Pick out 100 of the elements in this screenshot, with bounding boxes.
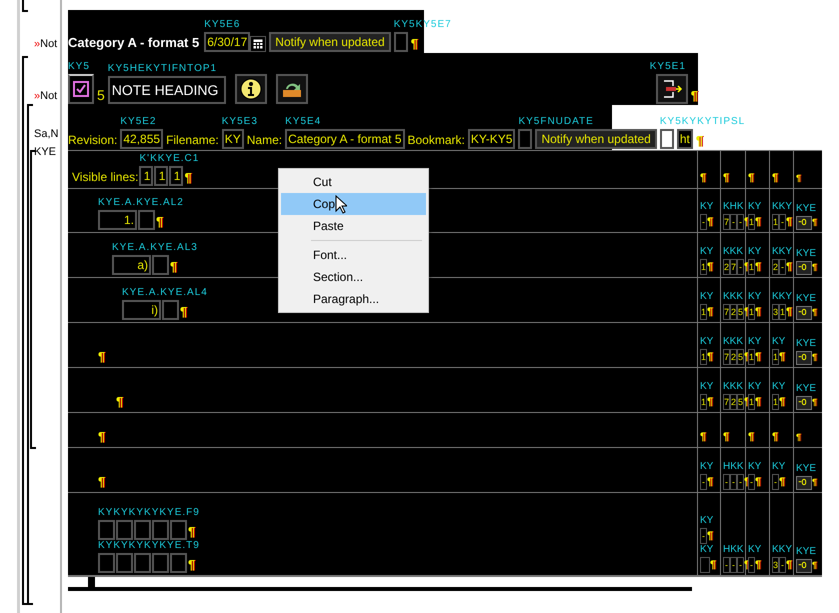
input-field[interactable]: - xyxy=(730,557,737,573)
input-field[interactable]: 1 xyxy=(772,349,780,365)
menu-item[interactable]: Section... xyxy=(281,266,426,288)
input-field[interactable]: - xyxy=(737,557,744,573)
input-field[interactable]: 7 xyxy=(723,349,730,365)
field-tag: KY5HEKYTIFNTOP1 xyxy=(108,63,218,74)
input-field[interactable]: 1 xyxy=(748,214,756,230)
input-field[interactable]: 6/30/17 xyxy=(204,32,250,52)
input-field[interactable]: - xyxy=(748,557,755,573)
switch-button[interactable] xyxy=(796,476,812,490)
input-field[interactable]: - xyxy=(772,474,779,490)
input-field[interactable] xyxy=(134,520,151,540)
input-field[interactable]: a) xyxy=(112,255,151,275)
field-tag: KY5FNUDATE xyxy=(518,116,594,127)
input-field[interactable]: 1 xyxy=(772,394,780,410)
input-field[interactable]: 1 xyxy=(139,166,154,186)
input-field[interactable] xyxy=(152,255,169,275)
input-field[interactable]: 1 xyxy=(748,394,756,410)
input-field[interactable]: - xyxy=(779,259,786,275)
input-field[interactable]: - xyxy=(723,474,730,490)
input-field[interactable]: KY xyxy=(222,129,244,149)
field-tag: KKK xyxy=(723,336,744,347)
input-field[interactable]: - xyxy=(730,214,738,230)
refresh-button[interactable] xyxy=(276,74,308,104)
input-field[interactable]: - xyxy=(730,474,737,490)
input-field[interactable]: 1 xyxy=(748,304,756,320)
input-field[interactable]: 7 xyxy=(723,394,730,410)
input-field[interactable]: 42,855 xyxy=(120,129,164,149)
input-field[interactable]: - xyxy=(700,528,707,544)
input-field[interactable]: - xyxy=(737,259,744,275)
menu-item[interactable]: Paste xyxy=(281,215,426,237)
input-field[interactable]: 1 xyxy=(700,259,708,275)
input-field[interactable] xyxy=(98,553,115,573)
input-field[interactable] xyxy=(152,553,169,573)
calendar-icon xyxy=(253,39,264,49)
input-field[interactable]: - xyxy=(700,474,707,490)
input-field[interactable] xyxy=(700,557,710,573)
input-field[interactable]: - xyxy=(723,557,730,573)
input-field[interactable]: 1 xyxy=(154,166,168,186)
input-field[interactable]: i) xyxy=(122,300,161,320)
input-field[interactable]: 1 xyxy=(748,259,756,275)
input-field[interactable]: 2 xyxy=(730,394,738,410)
input-field[interactable]: 1 xyxy=(772,214,780,230)
input-field[interactable]: 1 xyxy=(779,304,786,320)
switch-button[interactable] xyxy=(796,261,812,275)
input-field[interactable]: Category A - format 5 xyxy=(285,129,404,149)
input-field[interactable]: 7 xyxy=(730,259,738,275)
input-field[interactable]: 1 xyxy=(700,349,708,365)
info-button[interactable] xyxy=(234,74,267,104)
input-field[interactable]: 7 xyxy=(723,214,730,230)
menu-item[interactable]: Font... xyxy=(281,244,426,266)
input-field[interactable]: 1 xyxy=(169,166,184,186)
switch-button[interactable] xyxy=(796,351,812,365)
calendar-button[interactable] xyxy=(250,36,266,52)
input-field[interactable] xyxy=(152,520,169,540)
input-field[interactable]: 5 xyxy=(737,304,744,320)
input-field[interactable]: 2 xyxy=(723,259,730,275)
input-field[interactable] xyxy=(170,553,187,573)
input-field[interactable]: 2 xyxy=(772,259,780,275)
input-field[interactable] xyxy=(660,129,674,149)
input-field[interactable] xyxy=(518,129,532,149)
input-field[interactable]: 3 xyxy=(772,304,780,320)
input-field[interactable] xyxy=(134,553,151,573)
input-field[interactable]: - xyxy=(737,214,744,230)
input-field[interactable] xyxy=(116,520,133,540)
switch-button[interactable] xyxy=(796,559,812,573)
input-field[interactable]: 5 xyxy=(737,394,744,410)
switch-button[interactable] xyxy=(796,396,812,410)
input-field[interactable] xyxy=(162,300,179,320)
switch-button[interactable] xyxy=(796,216,812,230)
notify-button[interactable]: Notify when updated xyxy=(269,32,391,52)
input-field[interactable] xyxy=(138,210,155,230)
input-field[interactable]: 1. xyxy=(98,210,137,230)
input-field[interactable] xyxy=(170,520,187,540)
menu-item[interactable]: Cop xyxy=(281,193,426,215)
input-field[interactable]: 5 xyxy=(737,349,744,365)
notify-button[interactable]: Notify when updated xyxy=(535,129,657,149)
input-field[interactable]: 1 xyxy=(700,304,708,320)
input-field[interactable]: ht xyxy=(676,129,693,149)
input-field[interactable]: - xyxy=(737,474,744,490)
checkbox[interactable] xyxy=(68,74,94,104)
menu-item[interactable]: Paragraph... xyxy=(281,288,426,310)
input-field[interactable]: 1 xyxy=(700,394,708,410)
input-field[interactable]: 2 xyxy=(730,349,738,365)
input-field[interactable] xyxy=(98,520,115,540)
input-field[interactable]: - xyxy=(748,474,755,490)
input-field[interactable]: KY-KY5 xyxy=(468,129,516,149)
input-field[interactable]: 1 xyxy=(748,349,756,365)
menu-item[interactable]: Cut xyxy=(281,171,426,193)
input-field[interactable]: - xyxy=(700,214,707,230)
input-field[interactable]: 2 xyxy=(730,304,738,320)
exit-button[interactable] xyxy=(656,74,688,104)
input-field[interactable] xyxy=(116,553,133,573)
input-field[interactable]: 7 xyxy=(723,304,730,320)
field-tag: KKK xyxy=(723,381,744,392)
input-field[interactable]: NOTE HEADING xyxy=(108,76,226,104)
input-field[interactable]: - xyxy=(779,557,786,573)
input-field[interactable]: - xyxy=(779,214,786,230)
input-field[interactable]: 3 xyxy=(772,557,780,573)
switch-button[interactable] xyxy=(796,306,812,320)
